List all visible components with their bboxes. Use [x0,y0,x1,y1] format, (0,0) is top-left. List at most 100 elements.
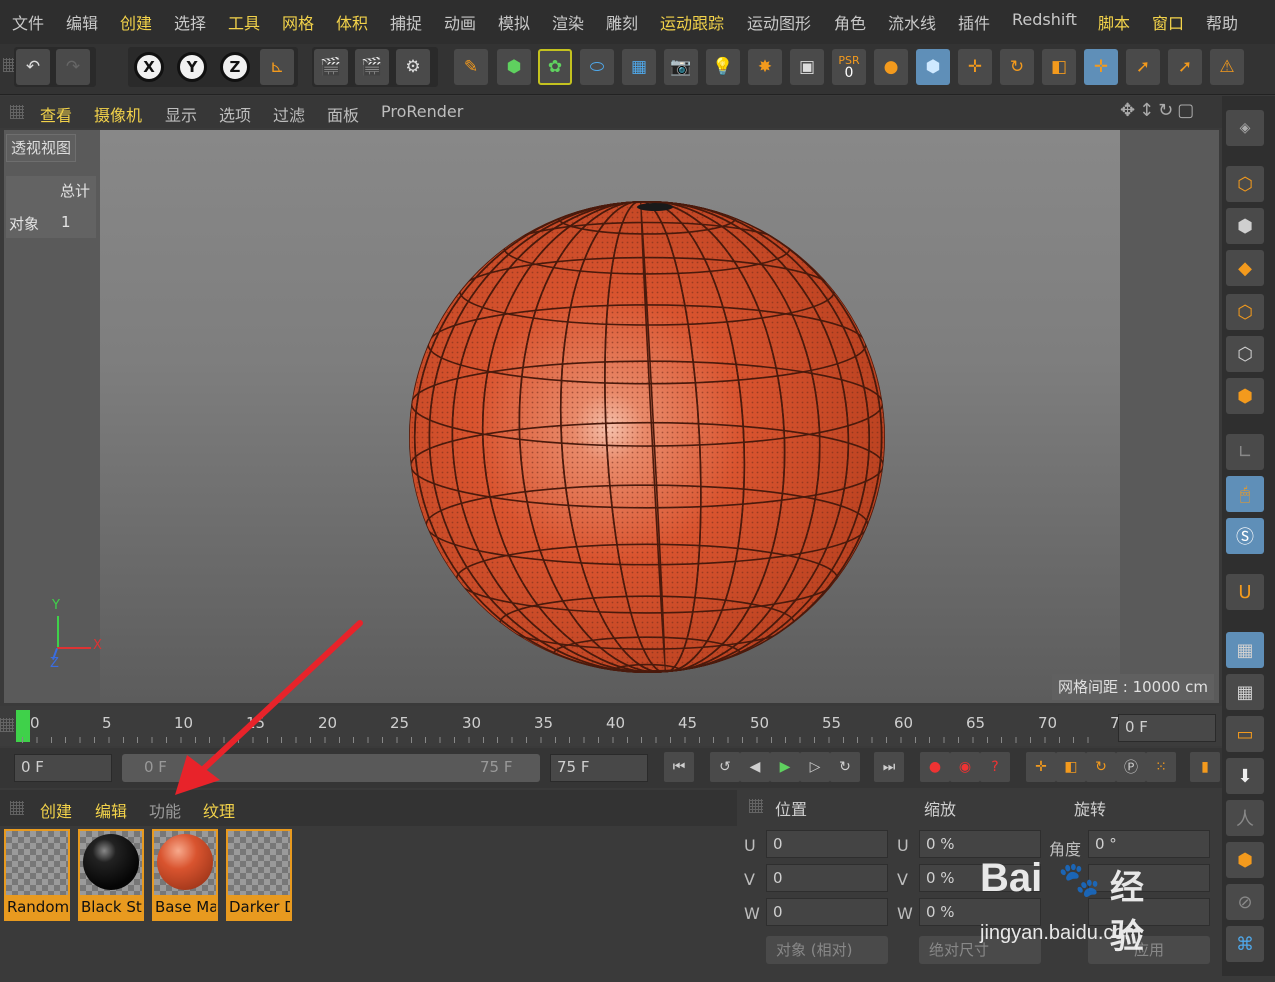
camera-icon[interactable]: 📷 [664,49,698,85]
axis-mode-icon[interactable]: ∟ [1226,434,1264,470]
menu-plugins[interactable]: 插件 [958,10,990,34]
menu-mesh[interactable]: 网格 [282,10,314,34]
start-frame-field[interactable]: 0 F [14,754,112,782]
key-position-button[interactable]: ✛ [1026,752,1056,782]
viewport-window-icon[interactable]: ▭ [1226,716,1264,752]
redo-button[interactable]: ↷ [56,49,90,85]
material-menu-texture[interactable]: 纹理 [203,798,235,822]
keyframe-help-icon[interactable]: ? [980,752,1010,782]
viewport-menu-grip-icon[interactable] [10,105,24,119]
deformer-icon[interactable]: ⬭ [580,49,614,85]
go-to-start-button[interactable]: ⏮ [664,752,694,782]
record-button[interactable]: ● [920,752,950,782]
lock-workplane-icon[interactable]: ▦ [1226,632,1264,668]
render-view-icon[interactable]: 🎬 [314,49,348,85]
viewport-menu-view[interactable]: 查看 [40,102,72,126]
menu-create[interactable]: 创建 [120,10,152,34]
rot-v-field[interactable] [1088,864,1210,892]
viewport-menu-display[interactable]: 显示 [165,102,197,126]
menu-help[interactable]: 帮助 [1206,10,1238,34]
move-tool-icon[interactable]: ✛ [958,49,992,85]
go-to-end-button[interactable]: ⏭ [874,752,904,782]
pen-tool-icon[interactable]: ✎ [454,49,488,85]
menu-window[interactable]: 窗口 [1152,10,1184,34]
key-param-button[interactable]: Ⓟ [1116,752,1146,782]
object-rotate-icon[interactable]: ⬢ [1226,842,1264,878]
menu-animate[interactable]: 动画 [444,10,476,34]
edge-mode-icon[interactable]: ⬡ [1226,336,1264,372]
coord-mode-select[interactable]: 对象 (相对) [766,936,888,964]
autokey-button[interactable]: ◉ [950,752,980,782]
menu-sculpt[interactable]: 雕刻 [606,10,638,34]
disable-icon[interactable]: ⊘ [1226,884,1264,920]
menu-motion-tracking[interactable]: 运动跟踪 [660,10,724,34]
snap-settings-icon[interactable]: ● [874,49,908,85]
undo-button[interactable]: ↶ [16,49,50,85]
timeline-window-button[interactable]: ▮ [1190,752,1220,782]
rect-selection-icon[interactable]: ➚ [1168,49,1202,85]
psr-button[interactable]: PSR 0 [832,49,866,85]
end-frame-field[interactable]: 75 F [550,754,648,782]
scale-tool-icon[interactable]: ◧ [1042,49,1076,85]
key-rotation-button[interactable]: ↻ [1086,752,1116,782]
floor-icon[interactable]: ▦ [622,49,656,85]
pos-v-field[interactable]: 0 [766,864,888,892]
viewport-menu-camera[interactable]: 摄像机 [94,102,142,126]
y-axis-lock-button[interactable]: Y [177,52,207,82]
render-settings-icon[interactable]: ⚙ [396,49,430,85]
viewport-menu-prorender[interactable]: ProRender [381,102,463,121]
menu-script[interactable]: 脚本 [1098,10,1130,34]
character-icon[interactable]: 人 [1226,800,1264,836]
coordinate-system-button[interactable]: ⊾ [260,49,294,85]
viewport-menu-panel[interactable]: 面板 [327,102,359,126]
menu-redshift[interactable]: Redshift [1012,10,1077,29]
menu-character[interactable]: 角色 [834,10,866,34]
loop-prev-button[interactable]: ↺ [710,752,740,782]
menu-volume[interactable]: 体积 [336,10,368,34]
texture-mode-icon[interactable]: ⬢ [1226,208,1264,244]
pos-w-field[interactable]: 0 [766,898,888,926]
coord-grip-icon[interactable] [749,799,763,813]
viewport-nav-icons[interactable]: ✥↕↻▢ [1120,100,1198,121]
material-base[interactable]: Base Ma [152,829,218,921]
menu-snap[interactable]: 捕捉 [390,10,422,34]
live-selection-icon[interactable]: ✛ [1084,49,1118,85]
cloner-icon[interactable]: ✿ [538,49,572,85]
import-icon[interactable]: ⬇ [1226,758,1264,794]
menu-simulate[interactable]: 模拟 [498,10,530,34]
snap-magnet-icon[interactable]: U [1226,574,1264,610]
material-menu-create[interactable]: 创建 [40,798,72,822]
tag-icon[interactable]: ▣ [790,49,824,85]
menu-render[interactable]: 渲染 [552,10,584,34]
pos-u-field[interactable]: 0 [766,830,888,858]
prev-frame-button[interactable]: ◀ [740,752,770,782]
workplane-icon[interactable]: ◆ [1226,250,1264,286]
tweak-mode-icon[interactable]: 🖱 [1226,476,1264,512]
solo-icon[interactable]: Ⓢ [1226,518,1264,554]
menu-select[interactable]: 选择 [174,10,206,34]
menu-pipeline[interactable]: 流水线 [888,10,936,34]
warning-icon[interactable]: ⚠ [1210,49,1244,85]
rot-angle-field[interactable]: 0 ° [1088,830,1210,858]
rotate-tool-icon[interactable]: ↻ [1000,49,1034,85]
current-frame-field[interactable]: 0 F [1118,714,1216,742]
scale-u-field[interactable]: 0 % [919,830,1041,858]
points-mode-icon[interactable]: ⬡ [1226,166,1264,202]
cube-object-icon[interactable]: ⬢ [497,49,531,85]
key-pla-button[interactable]: ⁙ [1146,752,1176,782]
effector-icon[interactable]: ✸ [748,49,782,85]
menu-edit[interactable]: 编辑 [66,10,98,34]
python-icon[interactable]: ⌘ [1226,926,1264,962]
sphere-object[interactable] [400,195,895,680]
key-scale-button[interactable]: ◧ [1056,752,1086,782]
material-black[interactable]: Black St [78,829,144,921]
loop-next-button[interactable]: ↻ [830,752,860,782]
play-button[interactable]: ▶ [770,752,800,782]
point-mode-icon[interactable]: ⬡ [1226,294,1264,330]
next-frame-button[interactable]: ▷ [800,752,830,782]
x-axis-lock-button[interactable]: X [134,52,164,82]
render-picture-viewer-icon[interactable]: 🎬 [355,49,389,85]
make-editable-icon[interactable]: ◈ [1226,110,1264,146]
menu-tools[interactable]: 工具 [228,10,260,34]
menu-file[interactable]: 文件 [12,10,44,34]
